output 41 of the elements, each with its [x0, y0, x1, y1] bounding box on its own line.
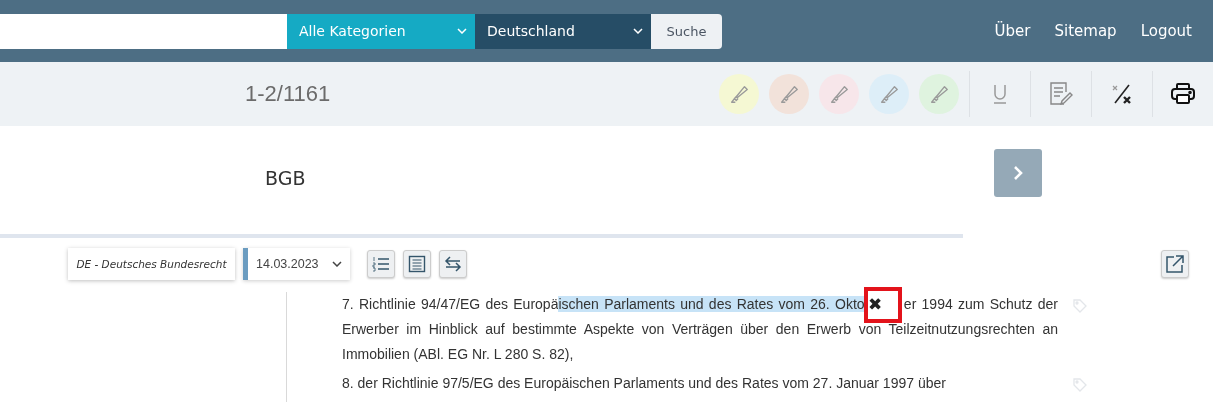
tag-icon[interactable]	[1072, 377, 1088, 393]
chevron-right-icon	[1013, 165, 1023, 181]
note-edit-icon	[1048, 81, 1074, 107]
highlighter-icon	[778, 83, 800, 105]
country-select[interactable]: Deutschland	[475, 13, 651, 49]
document-view-button[interactable]	[403, 250, 431, 278]
tag-icon[interactable]	[1072, 298, 1088, 314]
nav-link[interactable]: Sitemap	[1054, 22, 1117, 40]
numbered-list-icon	[372, 256, 390, 272]
search-button[interactable]: Suche	[651, 13, 722, 49]
external-link-icon	[1165, 254, 1185, 274]
next-button[interactable]	[994, 149, 1042, 197]
underline-icon	[992, 84, 1008, 104]
chevron-down-icon	[332, 261, 342, 267]
highlighter-button[interactable]	[919, 74, 959, 114]
document-icon	[408, 255, 426, 273]
paragraph: 8. der Richtlinie 97/5/EG des Europäischen Parlaments und des Rates vom 27. Januar 1997 über	[342, 371, 1058, 396]
external-link-button[interactable]	[1161, 250, 1189, 278]
clear-format-icon	[1111, 83, 1133, 105]
chevron-down-icon	[633, 28, 643, 34]
remove-highlight-button[interactable]: ✖	[863, 287, 902, 324]
hit-range: 1-2/1161	[245, 81, 331, 107]
highlighter-button[interactable]	[819, 74, 859, 114]
highlighter-icon	[928, 83, 950, 105]
highlighter-button[interactable]	[869, 74, 909, 114]
highlighter-button[interactable]	[769, 74, 809, 114]
nav-link[interactable]: Logout	[1140, 22, 1192, 40]
chevron-down-icon	[457, 28, 467, 34]
document-title: BGB	[265, 167, 306, 189]
source-label: DE - Deutsches Bundesrecht	[68, 248, 235, 280]
highlighter-button[interactable]	[719, 74, 759, 114]
search-field[interactable]	[0, 13, 287, 49]
date-select[interactable]: 14.03.2023	[243, 248, 350, 280]
highlighter-icon	[878, 83, 900, 105]
compare-button[interactable]	[439, 250, 467, 278]
swap-arrows-icon	[444, 255, 462, 273]
print-icon	[1171, 83, 1195, 105]
nav-link[interactable]: Über	[994, 22, 1031, 40]
numbered-list-button[interactable]	[367, 250, 395, 278]
highlighter-icon	[828, 83, 850, 105]
highlighter-icon	[728, 83, 750, 105]
